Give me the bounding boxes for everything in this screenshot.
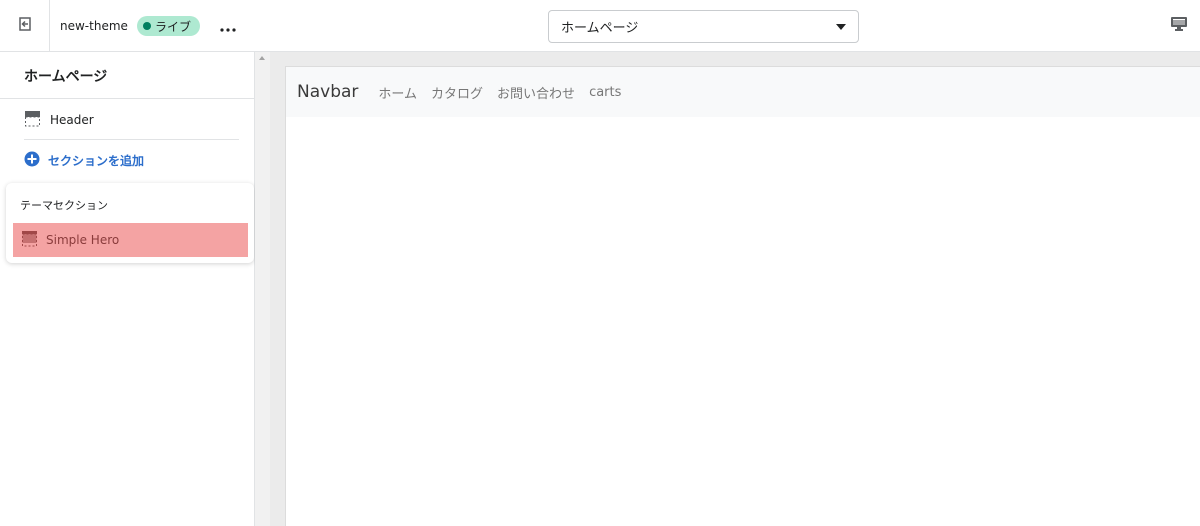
nav-link-carts[interactable]: carts [589,85,621,100]
scroll-up-arrow-icon[interactable] [259,56,265,60]
live-badge-label: ライブ [155,19,192,34]
exit-icon [17,16,33,36]
header-section-icon [24,110,41,130]
nav-link-home[interactable]: ホーム [378,83,417,102]
desktop-icon [1170,16,1188,36]
more-horizontal-icon [220,17,236,36]
add-section-label: セクションを追加 [48,154,145,168]
theme-sections-popover: テーマセクション Simple Hero [6,183,254,263]
navbar-brand[interactable]: Navbar [297,82,358,102]
sidebar-item-header[interactable]: Header [24,110,94,130]
nav-link-catalog[interactable]: カタログ [431,83,483,102]
divider [24,139,239,140]
popover-item-label: Simple Hero [46,233,120,247]
popover-item-simple-hero[interactable]: Simple Hero [13,223,248,257]
popover-title: テーマセクション [20,199,108,212]
preview-navbar: Navbar ホーム カタログ お問い合わせ carts [286,67,1200,117]
live-dot-icon [143,22,151,30]
plus-circle-icon [24,151,40,170]
sidebar-item-label: Header [50,113,94,127]
top-bar: new-theme ライブ ホームページ [0,0,1200,52]
exit-button[interactable] [0,0,50,52]
sidebar-title: ホームページ [24,69,108,85]
scrollbar[interactable] [255,52,270,526]
page-select[interactable]: ホームページ [548,10,859,43]
device-preview-button[interactable] [1165,14,1193,38]
theme-name: new-theme [60,19,128,33]
add-section-button[interactable]: セクションを追加 [24,151,144,170]
divider [0,98,255,99]
caret-down-icon [836,19,846,34]
sidebar: ホームページ Header セクションを追加 テーマセクション Simple H… [0,52,255,526]
live-status-badge: ライブ [137,16,201,36]
section-icon [21,230,38,250]
nav-link-contact[interactable]: お問い合わせ [497,83,575,102]
more-actions-button[interactable] [214,14,242,38]
page-select-value: ホームページ [561,21,639,36]
preview-frame: Navbar ホーム カタログ お問い合わせ carts [285,66,1200,526]
